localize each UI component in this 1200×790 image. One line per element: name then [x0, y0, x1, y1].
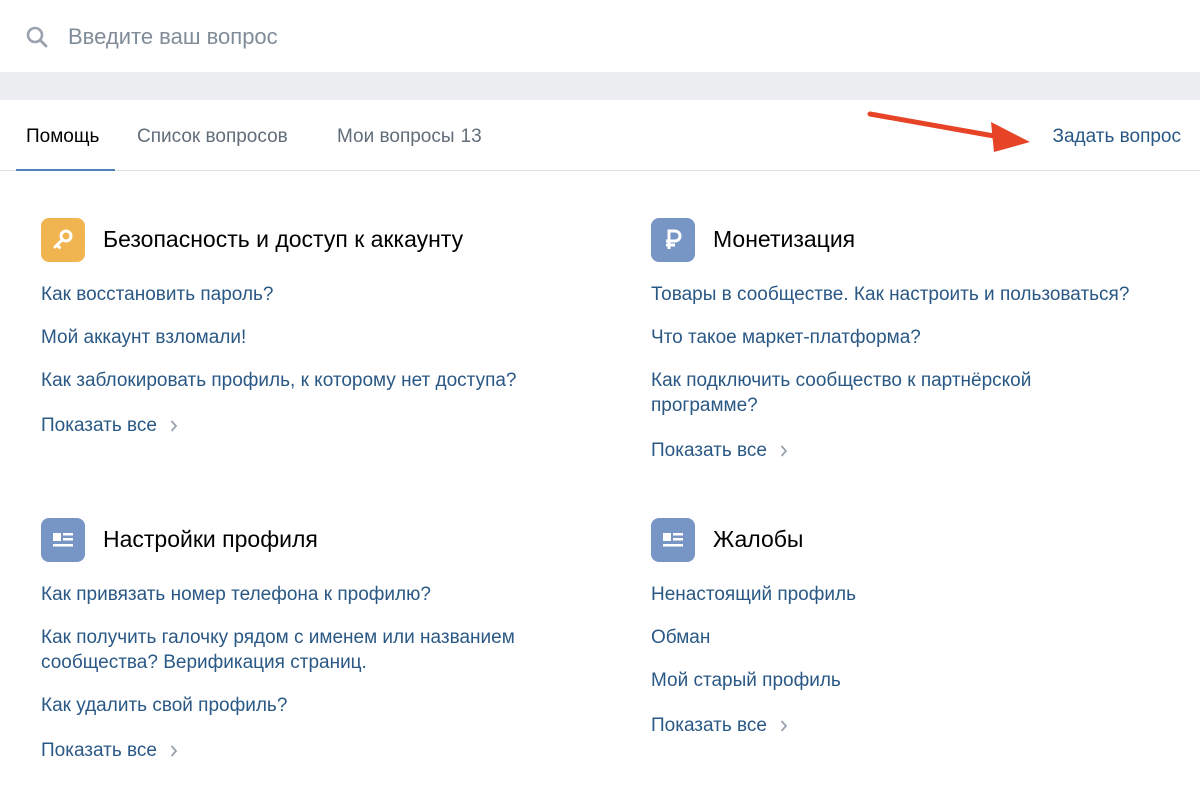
- question-link[interactable]: Как заблокировать профиль, к которому не…: [41, 368, 601, 393]
- show-all-label: Показать все: [651, 715, 767, 736]
- section-title: Безопасность и доступ к аккаунту: [103, 226, 464, 252]
- question-link[interactable]: Как привязать номер телефона к профилю?: [41, 582, 601, 607]
- question-link[interactable]: Как получить галочку рядом с именем или …: [41, 625, 586, 675]
- show-all-link[interactable]: Показать все: [41, 413, 178, 438]
- question-link[interactable]: Мой аккаунт взломали!: [41, 325, 601, 350]
- tab-help-label: Помощь: [26, 126, 100, 147]
- section-profile-settings: Настройки профиля Как привязать номер те…: [41, 518, 601, 763]
- section-monetization: Монетизация Товары в сообществе. Как нас…: [651, 218, 1200, 463]
- chevron-right-icon: [781, 720, 788, 732]
- profile-card-icon: [651, 518, 695, 562]
- tab-questions-list[interactable]: Список вопросов: [137, 100, 288, 170]
- question-link[interactable]: Мой старый профиль: [651, 668, 1200, 693]
- chevron-right-icon: [781, 445, 788, 457]
- section-title: Жалобы: [713, 526, 804, 552]
- question-link[interactable]: Что такое маркет-платформа?: [651, 325, 1200, 350]
- show-all-label: Показать все: [41, 740, 157, 761]
- question-link[interactable]: Обман: [651, 625, 1200, 650]
- section-title: Монетизация: [713, 226, 856, 252]
- question-link[interactable]: Как удалить свой профиль?: [41, 693, 601, 718]
- question-link[interactable]: Как подключить сообщество к партнёрской …: [651, 368, 1121, 418]
- search-icon: [26, 26, 48, 48]
- search-bar: [0, 0, 1200, 72]
- section-complaints: Жалобы Ненастоящий профиль Обман Мой ста…: [651, 518, 1200, 738]
- active-tab-underline: [16, 169, 115, 171]
- key-icon: [41, 218, 85, 262]
- tab-my-questions[interactable]: Мои вопросы 13: [337, 100, 482, 170]
- question-link[interactable]: Товары в сообществе. Как настроить и пол…: [651, 282, 1200, 307]
- question-link[interactable]: Как восстановить пароль?: [41, 282, 601, 307]
- tab-questions-list-label: Список вопросов: [137, 126, 288, 147]
- tab-my-questions-count: 13: [460, 126, 482, 147]
- chevron-right-icon: [171, 745, 178, 757]
- search-input[interactable]: [68, 17, 968, 57]
- section-title: Настройки профиля: [103, 526, 318, 552]
- show-all-link[interactable]: Показать все: [651, 438, 788, 463]
- ask-question-button[interactable]: Задать вопрос: [1052, 100, 1181, 170]
- ruble-icon: [651, 218, 695, 262]
- show-all-label: Показать все: [651, 440, 767, 461]
- red-arrow-annotation: [867, 111, 1030, 152]
- section-security: Безопасность и доступ к аккаунту Как вос…: [41, 218, 601, 438]
- show-all-link[interactable]: Показать все: [651, 713, 788, 738]
- chevron-right-icon: [171, 420, 178, 432]
- show-all-label: Показать все: [41, 415, 157, 436]
- show-all-link[interactable]: Показать все: [41, 738, 178, 763]
- profile-card-icon: [41, 518, 85, 562]
- tab-my-questions-label: Мои вопросы: [337, 126, 455, 147]
- tab-help[interactable]: Помощь: [26, 100, 99, 170]
- question-link[interactable]: Ненастоящий профиль: [651, 582, 1200, 607]
- header-separator-band: [0, 72, 1200, 100]
